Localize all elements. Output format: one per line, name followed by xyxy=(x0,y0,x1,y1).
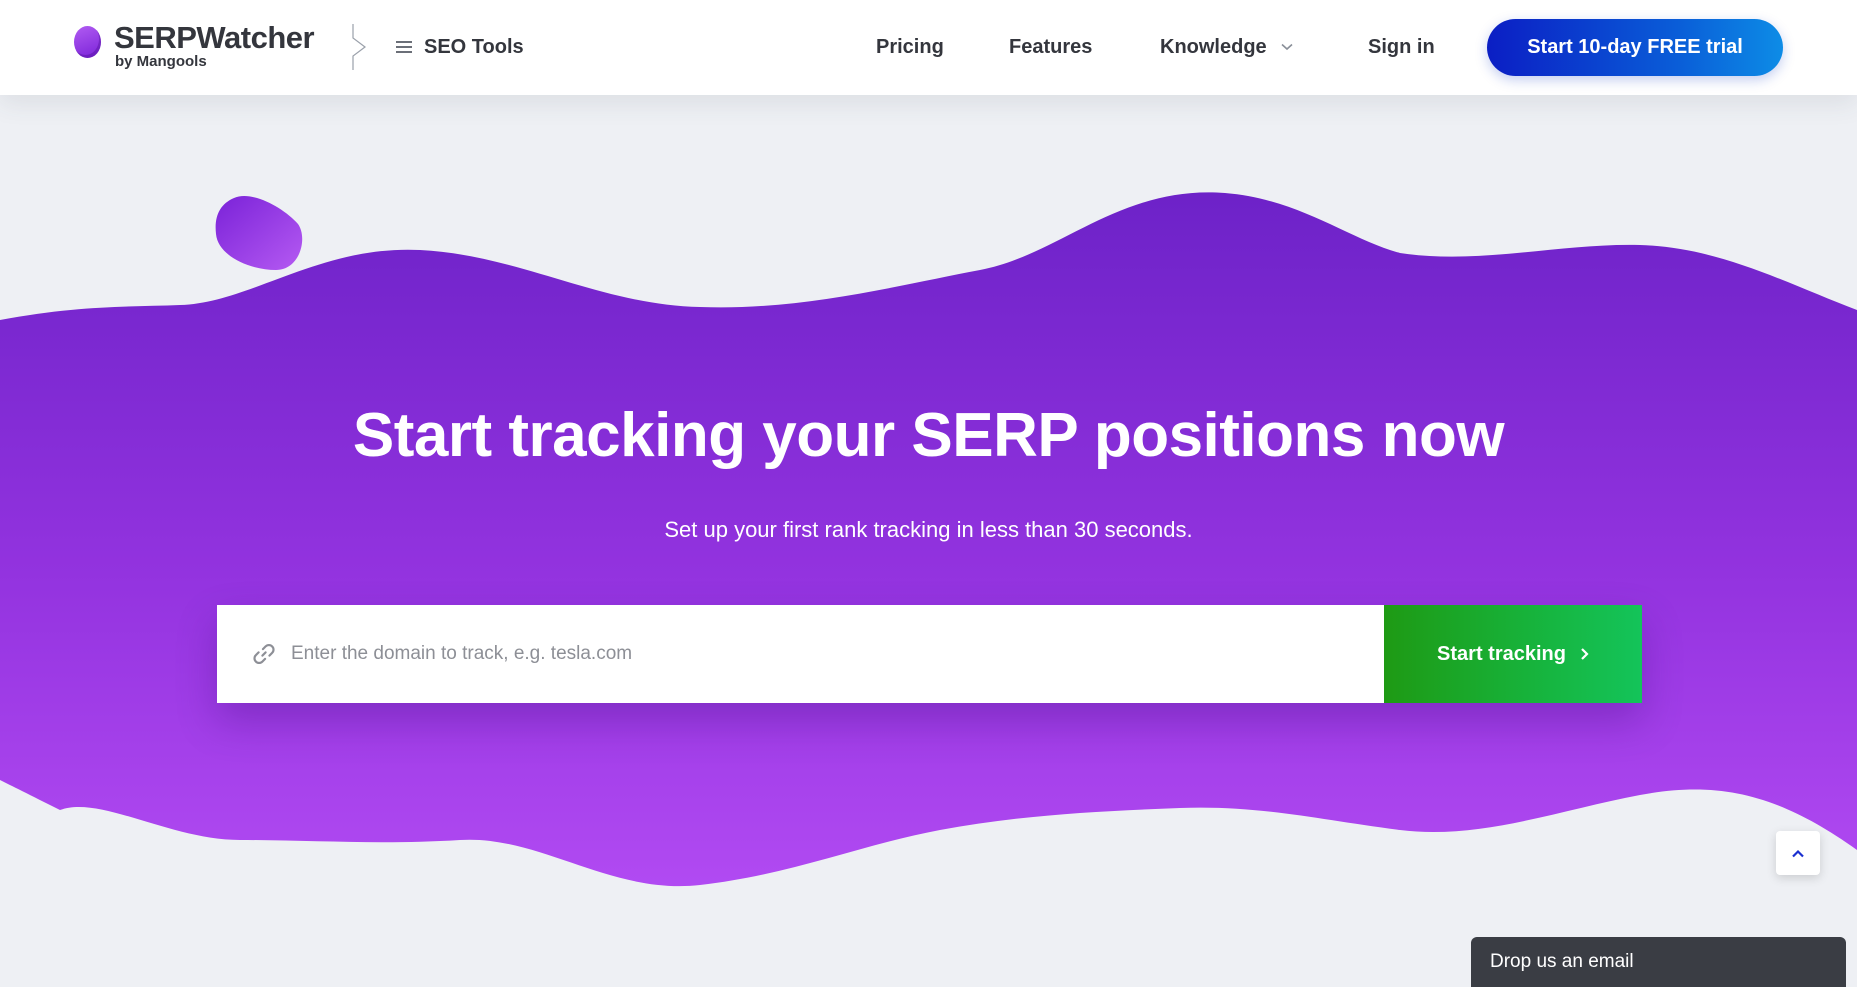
site-header: SERPWatcher by Mangools SEO Tools Pricin… xyxy=(0,0,1857,95)
hero-title: Start tracking your SERP positions now xyxy=(352,401,1505,470)
scroll-to-top-button[interactable] xyxy=(1776,831,1820,875)
nav-pricing[interactable]: Pricing xyxy=(876,34,944,60)
domain-field xyxy=(217,605,1384,703)
nav-knowledge-label: Knowledge xyxy=(1160,36,1267,58)
link-icon xyxy=(253,643,275,665)
seo-tools-label: SEO Tools xyxy=(424,35,524,58)
start-trial-button[interactable]: Start 10-day FREE trial xyxy=(1487,19,1783,76)
divider-chevron-icon xyxy=(352,24,366,70)
email-widget-tab[interactable]: Drop us an email xyxy=(1471,937,1846,987)
brand-subtitle: by Mangools xyxy=(115,53,207,70)
domain-input[interactable] xyxy=(291,634,1384,674)
brand-logo[interactable]: SERPWatcher by Mangools xyxy=(74,20,354,72)
seo-tools-menu[interactable]: SEO Tools xyxy=(396,30,524,64)
chevron-right-icon xyxy=(1581,648,1589,660)
nav-signin[interactable]: Sign in xyxy=(1368,34,1435,60)
nav-knowledge-dropdown[interactable]: Knowledge xyxy=(1160,34,1293,60)
domain-search-bar: Start tracking xyxy=(217,605,1642,703)
hero-subtitle: Set up your first rank tracking in less … xyxy=(664,517,1193,542)
hamburger-icon xyxy=(396,41,412,53)
chevron-up-icon xyxy=(1792,849,1804,857)
start-tracking-label: Start tracking xyxy=(1437,642,1566,665)
nav-features[interactable]: Features xyxy=(1009,34,1092,60)
chevron-down-icon xyxy=(1281,43,1293,51)
brand-name: SERPWatcher xyxy=(114,20,315,55)
logo-mark-icon xyxy=(74,26,101,58)
start-tracking-button[interactable]: Start tracking xyxy=(1384,605,1642,703)
email-widget-label: Drop us an email xyxy=(1490,951,1634,972)
decorative-blob-icon xyxy=(215,196,303,270)
